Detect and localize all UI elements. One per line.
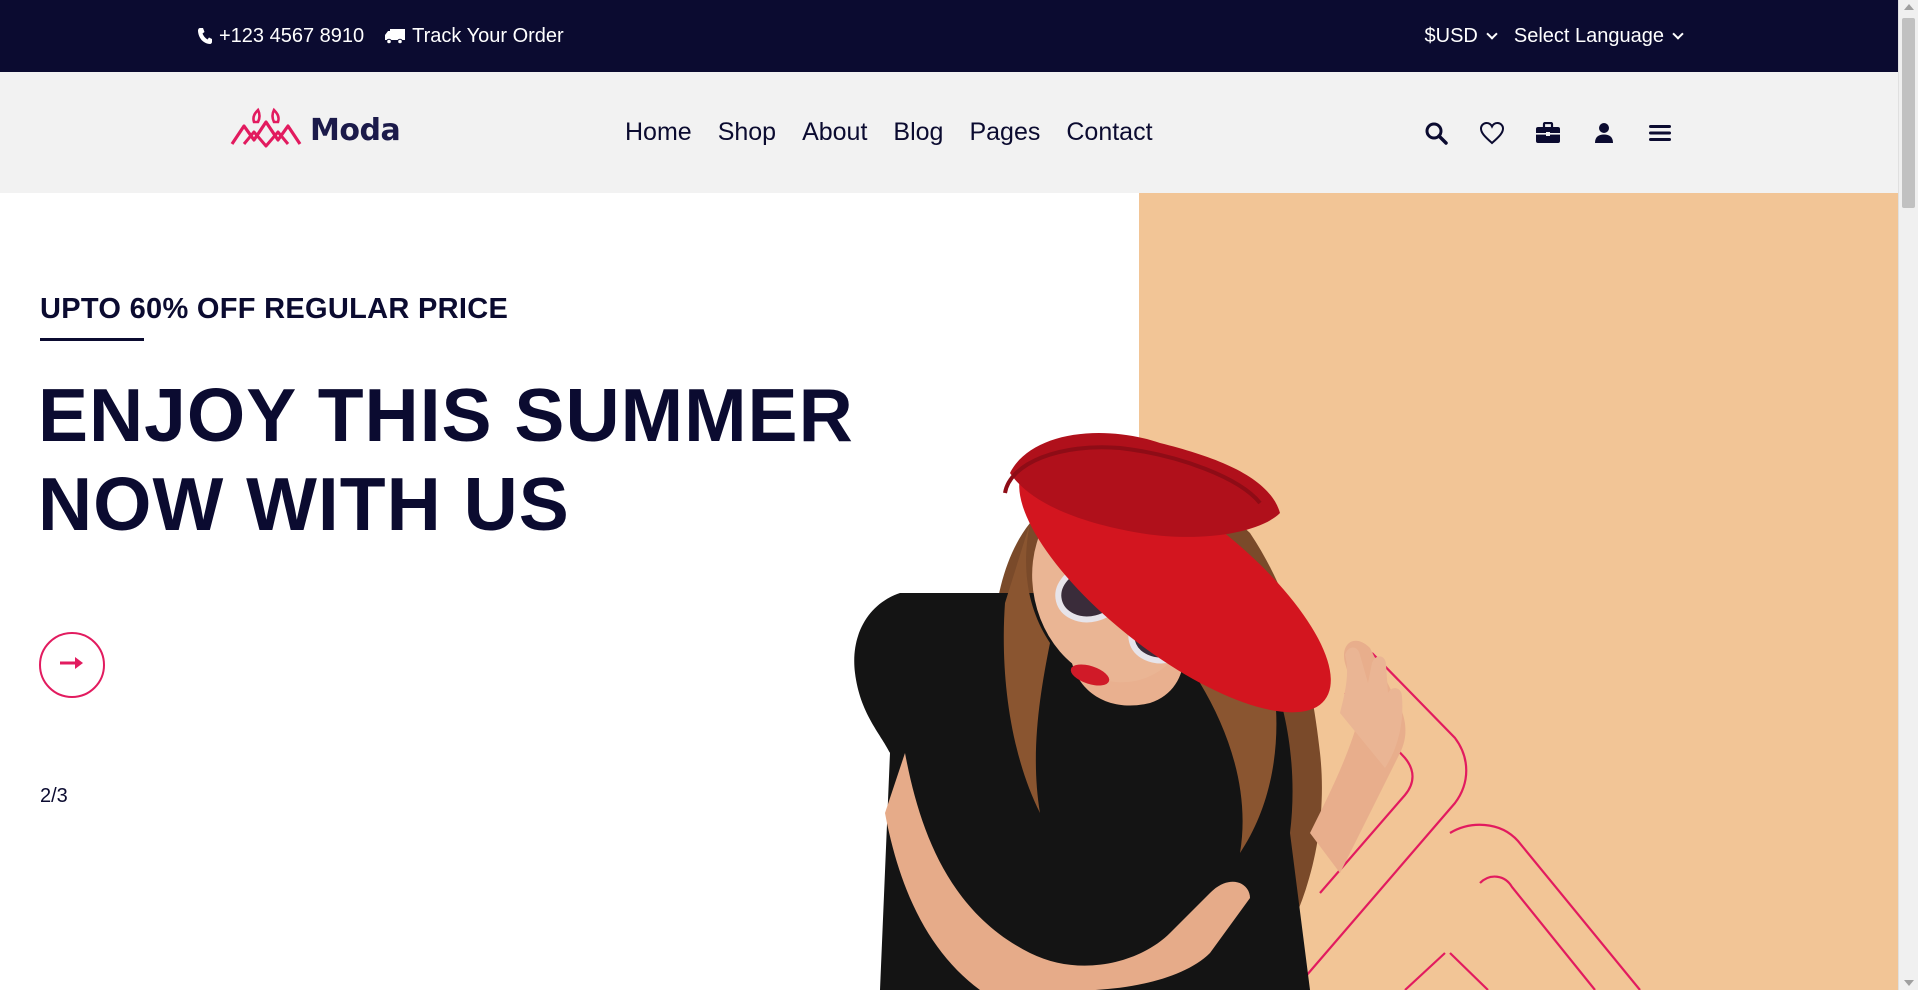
hero-headline-line-1: ENJOY THIS SUMMER <box>38 373 854 457</box>
scroll-down-icon[interactable] <box>1904 980 1914 986</box>
nav-pages[interactable]: Pages <box>969 118 1040 147</box>
top-bar-right: $USD Select Language <box>1424 0 1684 72</box>
logo[interactable]: Moda <box>230 100 401 160</box>
nav-home[interactable]: Home <box>625 118 692 147</box>
logo-mark-icon <box>230 106 302 155</box>
user-icon[interactable] <box>1576 113 1632 153</box>
search-icon[interactable] <box>1408 113 1464 153</box>
menu-icon[interactable] <box>1632 113 1688 153</box>
currency-selector[interactable]: $USD <box>1424 24 1498 48</box>
language-selector[interactable]: Select Language <box>1513 24 1684 48</box>
track-order-link[interactable]: Track Your Order <box>384 25 564 48</box>
scroll-up-icon[interactable] <box>1904 4 1914 10</box>
nav-contact[interactable]: Contact <box>1066 118 1152 147</box>
logo-text: Moda <box>310 112 401 148</box>
nav-shop[interactable]: Shop <box>718 118 776 147</box>
phone-number: +123 4567 8910 <box>219 24 365 47</box>
top-bar-left: +123 4567 8910 Track Your Order <box>197 0 564 72</box>
hero-slider: UPTO 60% OFF REGULAR PRICE ENJOY THIS SU… <box>0 193 1898 990</box>
hero-eyebrow-underline <box>40 338 144 341</box>
briefcase-icon[interactable] <box>1520 113 1576 153</box>
currency-label: $USD <box>1424 24 1478 47</box>
hero-headline-line-2: NOW WITH US <box>38 462 570 546</box>
header-icons <box>1408 72 1688 193</box>
track-order-label: Track Your Order <box>412 24 564 47</box>
nav-blog[interactable]: Blog <box>893 118 943 147</box>
arrow-right-icon <box>59 655 85 676</box>
hero-next-button[interactable] <box>39 632 105 698</box>
hero-headline: ENJOY THIS SUMMER NOW WITH US <box>38 371 854 549</box>
hero-eyebrow: UPTO 60% OFF REGULAR PRICE <box>40 293 509 325</box>
heart-icon[interactable] <box>1464 113 1520 153</box>
slide-counter: 2/3 <box>40 785 68 807</box>
top-bar: +123 4567 8910 Track Your Order $USD Sel… <box>0 0 1898 72</box>
truck-icon <box>384 27 406 45</box>
phone-link[interactable]: +123 4567 8910 <box>197 25 364 48</box>
chevron-down-icon <box>1486 27 1498 40</box>
main-header: Moda Home Shop About Blog Pages Contact <box>0 72 1898 193</box>
chevron-down-icon <box>1672 27 1684 40</box>
main-nav: Home Shop About Blog Pages Contact <box>625 72 1153 193</box>
language-label: Select Language <box>1513 24 1664 47</box>
scrollbar-thumb[interactable] <box>1902 18 1915 208</box>
nav-about[interactable]: About <box>802 118 867 147</box>
phone-icon <box>197 27 213 45</box>
page-scrollbar[interactable] <box>1898 0 1918 990</box>
